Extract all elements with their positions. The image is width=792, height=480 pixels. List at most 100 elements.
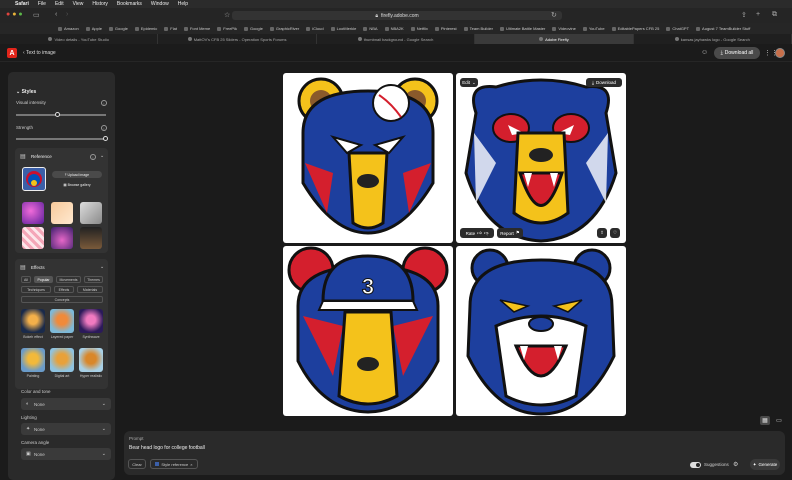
reference-thumbnail[interactable] xyxy=(22,167,46,191)
effect-digital-art-thumbnail[interactable] xyxy=(50,348,74,372)
effect-bokeh-thumbnail[interactable] xyxy=(21,309,45,333)
favorite-link[interactable]: Ultimate Battle Master xyxy=(499,26,545,31)
effect-layered-paper-thumbnail[interactable] xyxy=(50,309,74,333)
favorite-button[interactable]: ♡ xyxy=(610,228,620,238)
favorite-link[interactable]: Epidemic xyxy=(134,26,157,31)
favorite-link[interactable]: Google xyxy=(243,26,263,31)
shield-icon[interactable]: ☆ xyxy=(224,11,230,19)
settings-sliders-icon[interactable]: ⚙ xyxy=(733,461,738,468)
gallery-thumbnail[interactable] xyxy=(51,202,73,224)
favorite-link[interactable]: Pinterest xyxy=(434,26,457,31)
menu-edit[interactable]: Edit xyxy=(55,1,64,7)
favorite-link[interactable]: Netflix xyxy=(410,26,428,31)
favorite-link[interactable]: YouTube xyxy=(582,26,605,31)
chevron-down-icon[interactable]: ⌄ xyxy=(100,153,104,159)
favorite-link[interactable]: Team Builder xyxy=(463,26,493,31)
tab-overview-icon[interactable]: ⧉ xyxy=(772,11,777,19)
favorite-link[interactable]: FreePik xyxy=(217,26,237,31)
avatar[interactable] xyxy=(775,48,785,58)
gallery-thumbnail[interactable] xyxy=(22,202,44,224)
download-all-button[interactable]: ⤓ Download all xyxy=(714,47,760,59)
chip-materials[interactable]: Materials xyxy=(77,286,103,293)
chip-techniques[interactable]: Techniques xyxy=(21,286,51,293)
menu-safari[interactable]: Safari xyxy=(15,1,29,7)
share-icon[interactable]: ⇪ xyxy=(741,11,747,19)
visual-intensity-track[interactable] xyxy=(16,114,106,116)
favorite-link[interactable]: LootMerkle xyxy=(330,26,356,31)
suggestions-toggle[interactable] xyxy=(690,462,701,468)
favorite-link[interactable]: NBA2K xyxy=(384,26,404,31)
sidebar-toggle-icon[interactable]: ▭ xyxy=(33,11,40,19)
favorite-link[interactable]: Apple xyxy=(85,26,102,31)
visual-intensity-slider[interactable] xyxy=(54,112,60,117)
browser-tab[interactable]: Adobe Firefly xyxy=(475,34,634,44)
favorite-link[interactable]: NBA xyxy=(363,26,378,31)
menu-help[interactable]: Help xyxy=(178,1,188,7)
effect-hyper-realistic-thumbnail[interactable] xyxy=(79,348,103,372)
address-bar[interactable]: 🔒︎ firefly.adobe.com xyxy=(232,11,562,20)
edit-button[interactable]: Edit ⌄ xyxy=(460,78,478,87)
chip-popular[interactable]: Popular xyxy=(34,276,53,283)
thumbs-down-icon[interactable]: 👎︎ xyxy=(484,230,489,236)
chip-effects[interactable]: Effects xyxy=(54,286,74,293)
grid-view-toggle[interactable]: ▦ xyxy=(760,416,770,425)
share-button[interactable]: ⇪ xyxy=(597,228,607,238)
traffic-lights-icon[interactable]: ● ● ● xyxy=(6,11,23,18)
download-button[interactable]: ⤓ Download xyxy=(586,78,622,87)
info-icon[interactable]: i xyxy=(101,100,107,106)
strength-track[interactable] xyxy=(16,138,106,140)
thumbs-up-icon[interactable]: 👍︎ xyxy=(477,230,482,236)
lighting-dropdown[interactable]: ✦ None ⌄ xyxy=(21,423,111,435)
chevron-down-icon[interactable]: ⌄ xyxy=(100,264,104,270)
camera-angle-dropdown[interactable]: ▣ None ⌄ xyxy=(21,448,111,460)
generated-image-4[interactable] xyxy=(456,246,626,416)
prompt-input[interactable]: Bear head logo for college football xyxy=(129,445,205,451)
menu-file[interactable]: File xyxy=(38,1,46,7)
favorite-link[interactable]: Videovine xyxy=(552,26,576,31)
adobe-logo-icon[interactable]: A xyxy=(7,48,17,58)
info-icon[interactable]: i xyxy=(101,125,107,131)
favorite-link[interactable]: iCloud xyxy=(306,26,324,31)
reload-icon[interactable]: ↻ xyxy=(551,11,557,19)
style-reference-chip[interactable]: Style reference × xyxy=(150,459,198,469)
color-tone-dropdown[interactable]: ◐ None ⌄ xyxy=(21,398,111,410)
browser-tab[interactable]: thumbnail background - Google Search xyxy=(317,34,476,44)
styles-title[interactable]: ⌄ Styles xyxy=(16,89,36,95)
chip-themes[interactable]: Themes xyxy=(84,276,103,283)
gallery-thumbnail[interactable] xyxy=(22,227,44,249)
favorite-link[interactable]: GraphicRiver xyxy=(269,26,299,31)
browser-tab[interactable]: kansas jayhawks logo - Google Search xyxy=(634,34,792,44)
generated-image-3[interactable]: 3 xyxy=(283,246,453,416)
effect-painting-thumbnail[interactable] xyxy=(21,348,45,372)
strength-slider[interactable] xyxy=(103,136,108,141)
chip-all[interactable]: All xyxy=(21,276,31,283)
gallery-thumbnail[interactable] xyxy=(80,227,102,249)
feedback-icon[interactable]: ☺ xyxy=(701,49,708,56)
menu-window[interactable]: Window xyxy=(151,1,169,7)
info-icon[interactable]: i xyxy=(90,154,96,160)
generate-button[interactable]: ✦ Generate xyxy=(750,459,780,470)
single-view-toggle[interactable]: ▭ xyxy=(774,416,784,425)
browser-tab[interactable]: MattOV's CFB 25 Sliders - Operation Spor… xyxy=(158,34,317,44)
report-button[interactable]: Report ⚑ xyxy=(497,228,523,238)
browse-gallery-button[interactable]: ▦ Browse gallery xyxy=(52,181,102,188)
favorite-link[interactable]: Flat xyxy=(164,26,177,31)
gallery-thumbnail[interactable] xyxy=(51,227,73,249)
menu-view[interactable]: View xyxy=(73,1,84,7)
generated-image-1[interactable] xyxy=(283,73,453,243)
close-icon[interactable]: × xyxy=(190,462,192,467)
upload-image-button[interactable]: ⤒ Upload image xyxy=(52,171,102,178)
generated-image-2[interactable]: Edit ⌄ ⤓ Download Rate 👍︎ 👎︎ Report ⚑ ⇪ ♡ xyxy=(456,73,626,243)
favorite-link[interactable]: Font Meme xyxy=(183,26,210,31)
back-icon[interactable]: ‹ xyxy=(55,11,57,18)
favorite-link[interactable]: ChatGPT xyxy=(666,26,689,31)
browser-tab[interactable]: Video details - YouTube Studio xyxy=(0,34,159,44)
chip-concepts[interactable]: Concepts xyxy=(21,296,103,303)
menu-bookmarks[interactable]: Bookmarks xyxy=(117,1,142,7)
favorite-link[interactable]: Amazon xyxy=(58,26,79,31)
effect-synthwave-thumbnail[interactable] xyxy=(79,309,103,333)
clear-button[interactable]: Clear xyxy=(128,459,146,469)
chip-movements[interactable]: Movements xyxy=(56,276,81,283)
favorite-link[interactable]: August 7 TeamBuilder Stuff xyxy=(696,26,750,31)
favorite-link[interactable]: EditablePapers CFB 25 xyxy=(611,26,659,31)
